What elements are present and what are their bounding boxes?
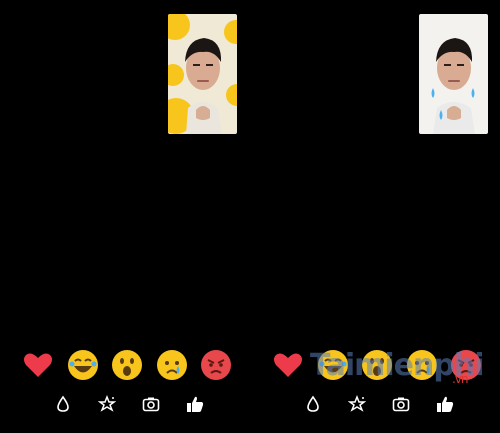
heart-reaction-button[interactable] <box>22 349 54 381</box>
thumbs-up-icon[interactable] <box>186 395 204 413</box>
self-preview-video[interactable] <box>168 14 237 134</box>
wow-reaction-button[interactable] <box>111 349 143 381</box>
angry-reaction-button[interactable] <box>200 349 232 381</box>
water-drop-icon[interactable] <box>54 395 72 413</box>
watermark-text: Taimienphi .vn <box>310 348 484 386</box>
camera-icon[interactable] <box>392 395 410 413</box>
thumbs-up-icon[interactable] <box>436 395 454 413</box>
laughing-reaction-button[interactable] <box>67 349 99 381</box>
call-toolbar <box>54 394 204 414</box>
water-drop-icon[interactable] <box>304 395 322 413</box>
watermark-suffix: .vn <box>452 372 469 386</box>
video-call-panel-left <box>0 0 250 433</box>
effects-star-icon[interactable] <box>98 395 116 413</box>
heart-reaction-button[interactable] <box>272 349 304 381</box>
camera-icon[interactable] <box>142 395 160 413</box>
person-silhouette <box>185 38 222 134</box>
self-preview-video[interactable] <box>419 14 488 134</box>
call-toolbar <box>304 394 454 414</box>
person-silhouette <box>431 38 475 134</box>
sad-reaction-button[interactable] <box>156 349 188 381</box>
effects-star-icon[interactable] <box>348 395 366 413</box>
reaction-bar <box>22 348 232 382</box>
